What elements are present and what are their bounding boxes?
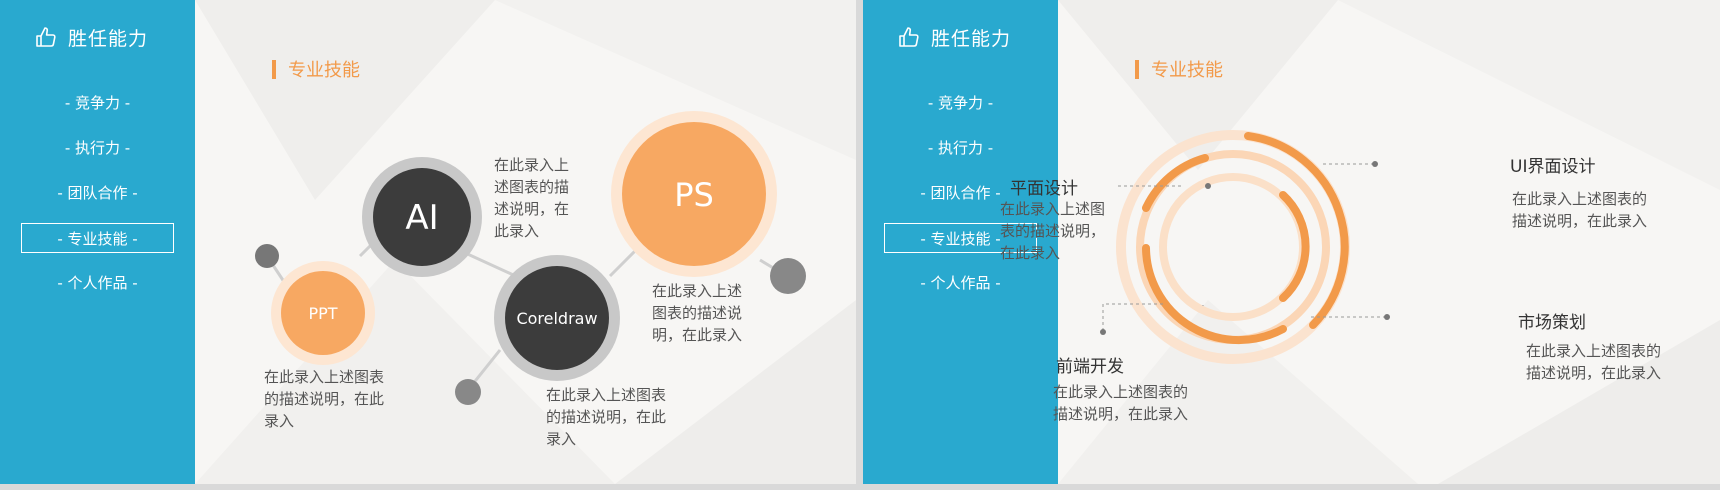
label-frontend-dev: 前端开发 xyxy=(1056,357,1124,377)
ps-description: 在此录入上述 图表的描述说 明，在此录入 xyxy=(652,282,743,344)
ppt-bubble-label: PPT xyxy=(308,304,337,323)
inner-ring-arc xyxy=(1279,191,1310,302)
label-market-planning: 市场策划 xyxy=(1518,313,1586,333)
small-dot xyxy=(455,379,481,405)
label-planar-design: 平面设计 xyxy=(1010,179,1078,199)
skill-bubble-diagram: PPT AI Coreldraw PS xyxy=(255,111,806,405)
leader-dot xyxy=(1100,329,1106,335)
ps-bubble-label: PS xyxy=(674,176,714,214)
planar-description: 在此录入上述图 表的描述说明， 在此录入 xyxy=(1000,200,1106,262)
leader-dot xyxy=(1372,161,1378,167)
small-dot xyxy=(255,244,279,268)
label-ui-design: UI界面设计 xyxy=(1510,157,1596,177)
frontend-description: 在此录入上述图表的 描述说明，在此录入 xyxy=(1053,383,1189,423)
coreldraw-bubble-label: Coreldraw xyxy=(516,309,597,328)
slide-skills-rings: 胜任能力 - 竞争力 - - 执行力 - - 团队合作 - - 专业技能 - -… xyxy=(863,0,1720,484)
ai-bubble-label: AI xyxy=(405,198,438,238)
slide-skills-bubbles: 胜任能力 - 竞争力 - - 执行力 - - 团队合作 - - 专业技能 - -… xyxy=(0,0,856,484)
coreldraw-description: 在此录入上述图表 的描述说明，在此 录入 xyxy=(546,386,667,448)
leader-dot xyxy=(1205,183,1211,189)
ai-description: 在此录入上 述图表的描 述说明，在 此录入 xyxy=(494,156,570,240)
leader-dot xyxy=(1384,314,1390,320)
concentric-ring-diagram xyxy=(1100,130,1390,364)
ui-description: 在此录入上述图表的 描述说明，在此录入 xyxy=(1512,190,1648,230)
ppt-description: 在此录入上述图表 的描述说明，在此 录入 xyxy=(264,368,385,430)
market-description: 在此录入上述图表的 描述说明，在此录入 xyxy=(1526,342,1662,382)
small-dot xyxy=(770,258,806,294)
